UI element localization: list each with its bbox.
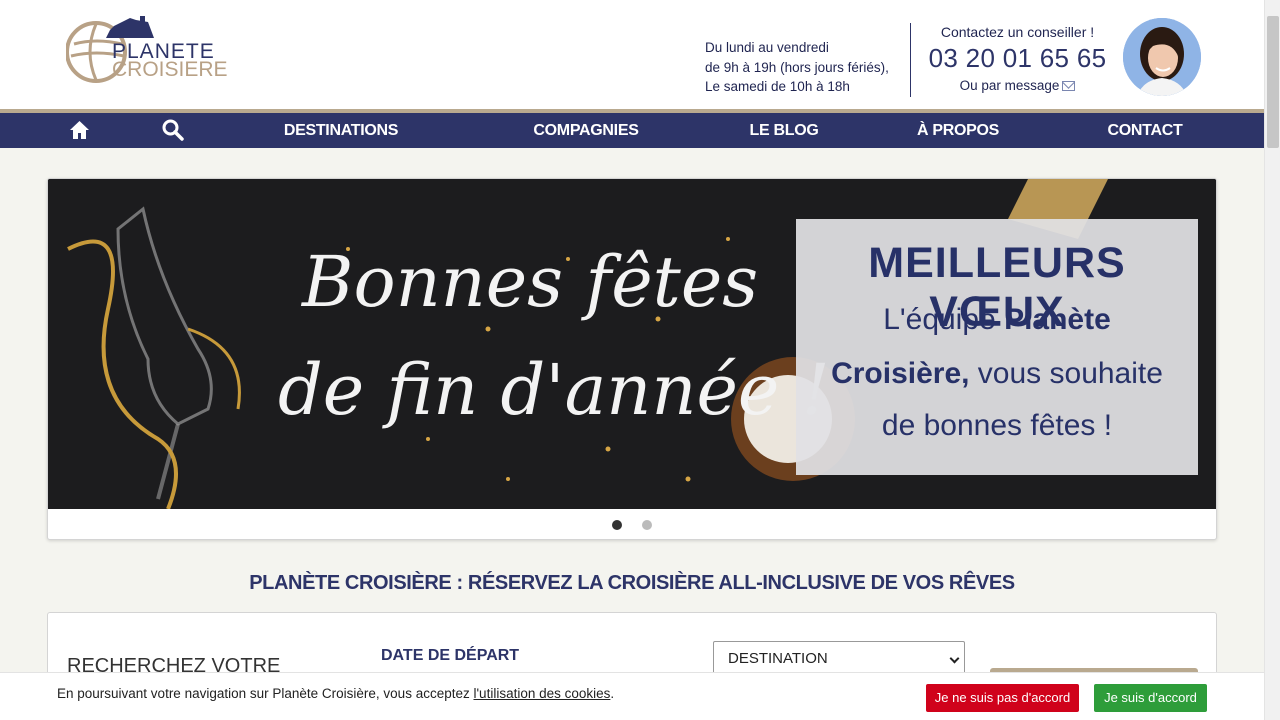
carousel-slide[interactable]: Bonnes fêtes de fin d'année ! MEILLEURS … [48,179,1216,509]
scrollbar-thumb[interactable] [1267,16,1279,148]
greetings-box: MEILLEURS VŒUX L'équipe Planète Croisièr… [796,219,1198,475]
phone-number[interactable]: 03 20 01 65 65 [925,43,1110,74]
departure-date-label: DATE DE DÉPART [381,647,520,664]
mail-icon [1062,81,1076,91]
page-headline: PLANÈTE CROISIÈRE : RÉSERVEZ LA CROISIÈR… [249,572,1015,594]
nav-destinations[interactable]: DESTINATIONS [270,113,412,148]
advisor-avatar [1123,18,1201,96]
nav-blog[interactable]: LE BLOG [740,113,828,148]
page-scrollbar[interactable] [1264,0,1280,720]
advisor-photo [1123,18,1201,96]
greetings-line1-bold: Planète [1004,303,1111,336]
hours-line: Le samedi de 10h à 18h [705,79,850,94]
contact-title: Contactez un conseiller ! [940,24,1095,40]
nav-compagnies[interactable]: COMPAGNIES [520,113,652,148]
site-header: PLANETE CROISIERE Du lundi au vendredi d… [0,0,1264,109]
cookie-policy-link[interactable]: l'utilisation des cookies [473,686,610,701]
contact-block: Contactez un conseiller ! 03 20 01 65 65… [925,24,1110,93]
hours-line: Du lundi au vendredi [705,40,829,55]
slide-script-line1: Bonnes fêtes [302,241,759,323]
search-icon[interactable] [162,119,184,146]
cookie-message: En poursuivant votre navigation sur Plan… [57,686,614,701]
carousel-dot-2[interactable] [642,520,652,530]
nav-a-propos[interactable]: À PROPOS [905,113,1011,148]
site-logo[interactable]: PLANETE CROISIERE [66,16,228,84]
greetings-line3: de bonnes fêtes ! [881,409,1113,442]
cookie-text: En poursuivant votre navigation sur Plan… [57,686,474,701]
header-divider [910,23,911,97]
destination-select[interactable]: DESTINATION [713,641,965,675]
greetings-line2: Croisière, vous souhaite [796,357,1198,391]
carousel-dot-1[interactable] [612,520,622,530]
carousel-dots [48,509,1216,539]
greetings-line2-bold: Croisière, [831,357,970,390]
hero-carousel[interactable]: Bonnes fêtes de fin d'année ! MEILLEURS … [47,178,1217,540]
hours-line: de 9h à 19h (hors jours fériés), [705,59,889,75]
slide-script-line2: de fin d'année ! [278,349,830,431]
cookie-text-end: . [610,686,615,701]
chevron-down-icon [949,653,960,664]
destination-select-value: DESTINATION [728,650,828,667]
home-icon[interactable] [69,120,90,145]
main-nav: DESTINATIONS COMPAGNIES LE BLOG À PROPOS… [0,113,1264,148]
home-icon-svg [70,121,89,139]
message-link[interactable]: Ou par message [925,78,1110,93]
logo-text-croisiere: CROISIERE [112,58,228,81]
nav-contact[interactable]: CONTACT [1093,113,1197,148]
opening-hours: Du lundi au vendredi de 9h à 19h (hors j… [705,38,889,97]
greetings-line1: L'équipe Planète [796,303,1198,337]
greetings-line2-text: vous souhaite [969,357,1163,390]
cookie-accept-button[interactable]: Je suis d'accord [1094,684,1207,712]
cookie-banner: En poursuivant votre navigation sur Plan… [0,672,1264,720]
message-label: Ou par message [959,78,1060,93]
greetings-line1-text: L'équipe [883,303,1005,336]
search-icon-svg [162,119,184,141]
cookie-refuse-button[interactable]: Je ne suis pas d'accord [926,684,1079,712]
